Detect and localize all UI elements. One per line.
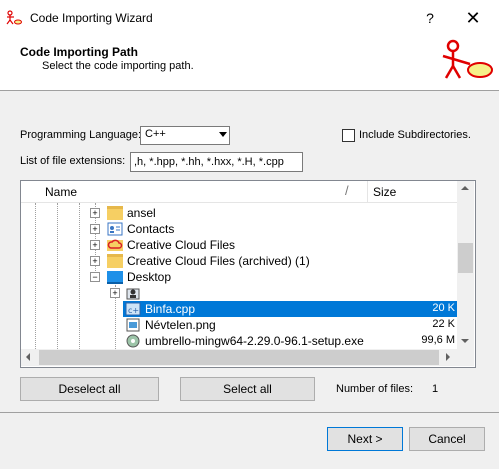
tree-row-label: Binfa.cpp [145, 302, 196, 316]
tree-row-git-folder[interactable]: + [21, 285, 457, 301]
tree-row-ansel[interactable]: + ansel [21, 205, 457, 221]
vertical-scroll-thumb[interactable] [458, 243, 473, 273]
close-button[interactable]: ✕ [458, 7, 488, 29]
tree-row-label: Creative Cloud Files [127, 238, 236, 252]
column-divider[interactable] [367, 181, 368, 202]
number-of-files-label: Number of files: [336, 383, 414, 395]
file-size: 22 K [432, 318, 455, 330]
expand-icon[interactable]: + [110, 288, 120, 298]
file-tree[interactable]: Name / Size + ansel + Contacts + Creativ… [20, 180, 476, 368]
tree-row-creative-cloud[interactable]: + Creative Cloud Files [21, 237, 457, 253]
tree-row-contacts[interactable]: + Contacts [21, 221, 457, 237]
window-title: Code Importing Wizard [30, 11, 153, 25]
collapse-icon[interactable]: − [90, 272, 100, 282]
number-of-files-value: 1 [432, 383, 439, 395]
folder-icon [107, 206, 123, 220]
tree-column-header: Name / Size [21, 181, 457, 203]
scroll-down-icon[interactable] [461, 339, 469, 343]
help-button[interactable]: ? [418, 7, 442, 29]
extensions-label: List of file extensions: [20, 155, 126, 167]
select-all-button[interactable]: Select all [180, 377, 315, 401]
wizard-header: Code Importing Path Select the code impo… [0, 35, 499, 91]
tree-row-label: ansel [127, 206, 156, 220]
folder-icon [107, 254, 123, 268]
extensions-input[interactable]: ,h, *.hpp, *.hh, *.hxx, *.H, *.cpp [130, 152, 303, 172]
expand-icon[interactable]: + [90, 240, 100, 250]
installer-icon [126, 334, 140, 348]
svg-text:c+: c+ [128, 306, 139, 315]
language-label: Programming Language: [20, 129, 142, 141]
chevron-down-icon [219, 132, 227, 137]
cancel-button[interactable]: Cancel [409, 427, 485, 451]
scroll-left-icon[interactable] [26, 353, 30, 361]
language-value: C++ [145, 128, 166, 140]
include-subdirectories-checkbox[interactable] [342, 129, 355, 142]
sort-indicator-icon: / [345, 183, 349, 198]
file-size: 99,6 M [421, 334, 455, 346]
tree-row-nevtelen-png[interactable]: Névtelen.png 22 K [21, 317, 457, 333]
title-bar: Code Importing Wizard ? ✕ [0, 0, 499, 35]
tree-row-creative-cloud-archived[interactable]: + Creative Cloud Files (archived) (1) [21, 253, 457, 269]
horizontal-scroll-thumb[interactable] [39, 350, 439, 365]
page-title: Code Importing Path [20, 45, 138, 59]
expand-icon[interactable]: + [90, 208, 100, 218]
scrollbar-corner [457, 349, 474, 366]
desktop-folder-icon [107, 271, 123, 284]
git-folder-icon [126, 288, 140, 300]
page-subtitle: Select the code importing path. [42, 60, 194, 72]
file-size: 20 K [432, 302, 455, 314]
tree-row-label: Desktop [127, 270, 172, 284]
extensions-value: ,h, *.hpp, *.hh, *.hxx, *.H, *.cpp [134, 156, 284, 168]
image-file-icon [126, 318, 140, 332]
vertical-scrollbar[interactable] [457, 181, 474, 349]
tree-row-umbrello-setup[interactable]: umbrello-mingw64-2.29.0-96.1-setup.exe 9… [21, 333, 457, 349]
tree-row-label: Creative Cloud Files (archived) (1) [127, 254, 310, 268]
tree-row-label: Névtelen.png [145, 318, 216, 332]
use-case-logo-icon [442, 39, 493, 79]
column-size-header[interactable]: Size [373, 185, 396, 199]
next-button[interactable]: Next > [327, 427, 403, 451]
scroll-up-icon[interactable] [461, 186, 469, 190]
column-name-header[interactable]: Name [45, 185, 77, 199]
tree-row-desktop[interactable]: − Desktop [21, 269, 457, 285]
deselect-all-button[interactable]: Deselect all [20, 377, 159, 401]
expand-icon[interactable]: + [90, 224, 100, 234]
scroll-right-icon[interactable] [446, 353, 450, 361]
app-logo-icon [6, 10, 22, 25]
tree-row-label: umbrello-mingw64-2.29.0-96.1-setup.exe [145, 334, 364, 348]
tree-row-binfa-cpp[interactable]: c+ Binfa.cpp 20 K [21, 301, 457, 317]
contacts-icon [107, 222, 123, 236]
include-subdirectories-label[interactable]: Include Subdirectories. [359, 129, 471, 141]
cpp-file-icon: c+ [125, 302, 141, 316]
expand-icon[interactable]: + [90, 256, 100, 266]
footer-divider [0, 412, 499, 413]
language-select[interactable]: C++ [140, 126, 230, 145]
horizontal-scrollbar[interactable] [21, 349, 457, 366]
creative-cloud-icon [107, 239, 123, 251]
tree-row-label: Contacts [127, 222, 175, 236]
